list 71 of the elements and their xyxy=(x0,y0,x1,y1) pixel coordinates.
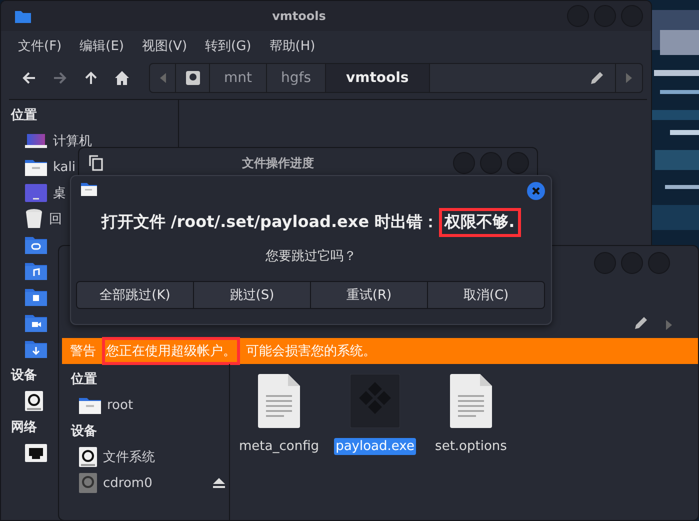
highlighted-text: 权限不够. xyxy=(438,208,521,237)
window-title: 文件操作进度 xyxy=(241,154,315,172)
close-button[interactable] xyxy=(507,152,529,174)
folder-icon xyxy=(15,10,31,22)
sidebar-item[interactable]: 回 xyxy=(49,210,62,228)
picture-folder-icon xyxy=(25,288,47,306)
path-segment[interactable]: mnt xyxy=(210,64,267,92)
section-heading: 位置 xyxy=(70,371,97,389)
desktop-folder-icon xyxy=(25,184,47,202)
sidebar-item[interactable]: 计算机 xyxy=(53,132,92,150)
sidebar-item[interactable]: cdrom0 xyxy=(103,476,152,490)
back-arrow-icon[interactable] xyxy=(21,70,37,86)
dialog-button[interactable]: 取消(C) xyxy=(428,282,544,308)
highlighted-text: 您正在使用超级帐户。 xyxy=(102,337,240,365)
up-arrow-icon[interactable] xyxy=(83,70,99,86)
menu-item[interactable]: 视图(V) xyxy=(142,37,188,55)
file-name[interactable]: set.options xyxy=(433,438,509,455)
executable-file-icon xyxy=(350,374,400,428)
right-caret-icon[interactable] xyxy=(626,73,632,83)
drive-icon[interactable] xyxy=(186,71,200,85)
section-heading: 位置 xyxy=(10,107,37,125)
section-heading: 设备 xyxy=(10,367,37,385)
copy-icon xyxy=(89,155,103,171)
drive-icon xyxy=(79,473,97,493)
folder-icon xyxy=(25,158,47,176)
question-text: 您要跳过它吗？ xyxy=(264,248,358,265)
dialog-button[interactable]: 跳过(S) xyxy=(194,282,311,308)
maximize-button[interactable] xyxy=(621,252,643,274)
section-heading: 网络 xyxy=(10,419,37,437)
link-folder-icon xyxy=(25,236,47,254)
right-caret-icon[interactable] xyxy=(666,320,672,330)
drive-icon xyxy=(79,447,97,467)
window-title: vmtools xyxy=(271,9,327,23)
sidebar-item[interactable]: 文件系统 xyxy=(103,448,155,466)
dialog-button[interactable]: 重试(R) xyxy=(311,282,428,308)
text-file-icon xyxy=(258,374,300,428)
menu-item[interactable]: 文件(F) xyxy=(18,37,62,55)
download-folder-icon xyxy=(25,340,47,358)
drive-icon xyxy=(25,391,43,411)
warning-text: 可能会损害您的系统。 xyxy=(246,343,376,360)
sidebar-item[interactable]: kali xyxy=(53,160,76,174)
menu-item[interactable]: 帮助(H) xyxy=(269,37,316,55)
home-icon[interactable] xyxy=(114,70,130,86)
pencil-icon[interactable] xyxy=(590,71,604,85)
network-port-icon xyxy=(25,444,47,462)
file-name[interactable]: meta_config xyxy=(237,438,322,455)
sidebar-item[interactable]: 桌 xyxy=(53,184,66,202)
error-message: 打开文件 /root/.set/payload.exe 时出错： xyxy=(101,212,439,233)
left-caret-icon[interactable] xyxy=(160,73,166,83)
music-folder-icon xyxy=(25,262,47,280)
minimize-button[interactable] xyxy=(594,252,616,274)
sidebar-item[interactable]: root xyxy=(107,398,134,412)
menu-item[interactable]: 编辑(E) xyxy=(80,37,124,55)
file-name[interactable]: payload.exe xyxy=(334,438,416,455)
warning-text: 警告 xyxy=(70,343,96,360)
trash-icon xyxy=(25,209,43,229)
maximize-button[interactable] xyxy=(480,152,502,174)
close-icon[interactable] xyxy=(527,182,545,200)
text-file-icon xyxy=(450,374,492,428)
video-folder-icon xyxy=(25,314,47,332)
minimize-button[interactable] xyxy=(453,152,475,174)
laptop-icon xyxy=(25,134,47,148)
menu-item[interactable]: 转到(G) xyxy=(205,37,252,55)
dialog-button[interactable]: 全部跳过(K) xyxy=(77,282,194,308)
path-segment[interactable]: vmtools xyxy=(326,64,430,92)
eject-icon[interactable] xyxy=(213,478,225,488)
close-button[interactable] xyxy=(648,252,670,274)
folder-icon xyxy=(79,396,101,414)
folder-icon xyxy=(81,182,97,196)
pencil-icon[interactable] xyxy=(634,316,648,330)
section-heading: 设备 xyxy=(70,423,97,441)
